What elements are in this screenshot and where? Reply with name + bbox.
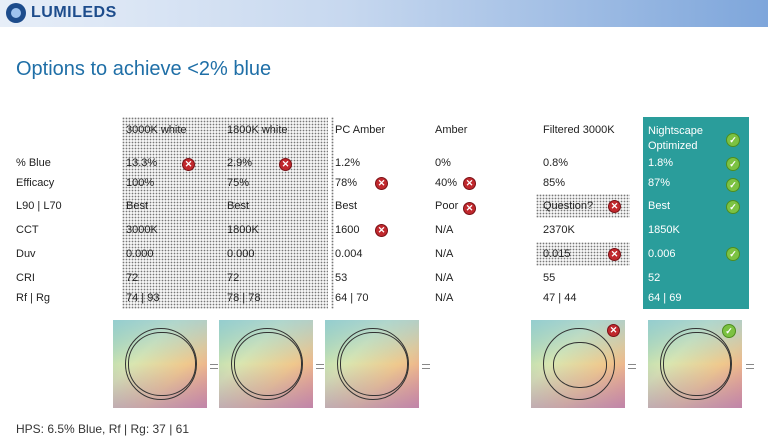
dotted-band-white-columns [122,117,328,309]
row-label-blue: % Blue [16,157,51,169]
x-circle-icon: ✕ [279,158,292,171]
chart-legend-mark [422,364,430,369]
cell-cct-nightscape: 1850K [648,224,680,236]
cell-efficacy-filtered: 85% [543,177,566,189]
x-circle-icon: ✕ [182,158,195,171]
cell-duv-3000k: 0.000 [126,248,154,260]
cell-cct-3000k: 3000K [126,224,158,236]
row-label-efficacy: Efficacy [16,177,55,189]
check-circle-icon: ✓ [726,133,740,147]
x-circle-icon: ✕ [463,202,476,215]
cell-rf-amber: N/A [435,292,454,304]
brand-logo: LUMILEDS [6,3,117,23]
cell-efficacy-amber: 40% [435,177,458,189]
row-label-duv: Duv [16,248,36,260]
cell-rf-nightscape: 64 | 69 [648,292,682,304]
cell-duv-pc-amber: 0.004 [335,248,363,260]
cell-cct-1800k: 1800K [227,224,259,236]
check-circle-icon: ✓ [726,178,740,192]
cell-rf-3000k: 74 | 93 [126,292,160,304]
row-label-l90-l70: L90 | L70 [16,200,62,212]
cell-cri-nightscape: 52 [648,272,661,284]
x-circle-icon: ✕ [463,177,476,190]
cell-efficacy-1800k: 75% [227,177,250,189]
cell-duv-nightscape: 0.006 [648,248,676,260]
cell-cct-filtered: 2370K [543,224,575,236]
cell-rf-1800k: 78 | 78 [227,292,261,304]
chart-legend-mark [210,364,218,369]
cell-l90-filtered: Question? [543,200,594,212]
test-gamut-outline [340,332,408,396]
page-title: Options to achieve <2% blue [16,58,272,80]
cell-blue-1800k: 2.9% [227,157,253,169]
logo-mark-icon [6,3,26,23]
cell-l90-amber: Poor [435,200,459,212]
dotted-band-pc-amber [331,117,334,309]
chart-legend-mark [628,364,636,369]
header-bar: LUMILEDS [0,0,768,27]
chart-legend-mark [316,364,324,369]
x-circle-icon: ✕ [608,248,621,261]
cell-rf-filtered: 47 | 44 [543,292,577,304]
row-label-rf-rg: Rf | Rg [16,292,51,304]
x-circle-icon: ✕ [608,200,621,213]
cell-efficacy-pc-amber: 78% [335,177,358,189]
cell-l90-1800k: Best [227,200,250,212]
cell-blue-3000k: 13.3% [126,157,158,169]
color-vector-chart-1800k [219,320,313,408]
check-circle-icon: ✓ [726,200,740,214]
cell-cri-1800k: 72 [227,272,240,284]
cell-cri-pc-amber: 53 [335,272,348,284]
test-gamut-outline [663,332,731,396]
column-header-nightscape: Nightscape Optimized [648,125,704,152]
row-label-cri: CRI [16,272,35,284]
cell-duv-1800k: 0.000 [227,248,255,260]
color-vector-chart-pc-amber [325,320,419,408]
test-gamut-outline [128,332,196,396]
cell-efficacy-3000k: 100% [126,177,155,189]
column-header-1800k-white: 1800K white [227,124,288,136]
cell-efficacy-nightscape: 87% [648,177,671,189]
column-header-pc-amber: PC Amber [335,124,386,136]
x-circle-icon: ✕ [375,177,388,190]
row-label-cct: CCT [16,224,39,236]
cell-blue-filtered: 0.8% [543,157,569,169]
test-gamut-outline [234,332,302,396]
footer-note: HPS: 6.5% Blue, Rf | Rg: 37 | 61 [16,422,189,436]
cell-l90-3000k: Best [126,200,149,212]
cell-blue-pc-amber: 1.2% [335,157,361,169]
check-circle-icon: ✓ [722,324,736,338]
x-circle-icon: ✕ [375,224,388,237]
column-header-3000k-white: 3000K white [126,124,187,136]
cell-l90-nightscape: Best [648,200,671,212]
cell-duv-filtered: 0.015 [543,248,571,260]
cell-cri-3000k: 72 [126,272,139,284]
check-circle-icon: ✓ [726,157,740,171]
check-circle-icon: ✓ [726,247,740,261]
cell-blue-nightscape: 1.8% [648,157,674,169]
cell-duv-amber: N/A [435,248,454,260]
cell-cri-amber: N/A [435,272,454,284]
cell-cri-filtered: 55 [543,272,556,284]
cell-l90-pc-amber: Best [335,200,358,212]
column-header-amber: Amber [435,124,468,136]
cell-blue-amber: 0% [435,157,451,169]
test-gamut-outline [553,342,607,388]
column-header-filtered-3000k: Filtered 3000K [543,124,615,136]
x-circle-icon: ✕ [607,324,620,337]
cell-rf-pc-amber: 64 | 70 [335,292,369,304]
color-vector-chart-3000k [113,320,207,408]
chart-legend-mark [746,364,754,369]
cell-cct-amber: N/A [435,224,454,236]
brand-name: LUMILEDS [31,4,117,21]
cell-cct-pc-amber: 1600 [335,224,360,236]
